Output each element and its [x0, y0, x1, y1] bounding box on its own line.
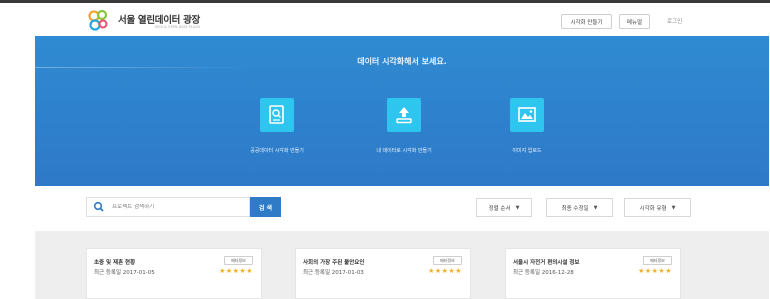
card-date: 최근 등록일 2017-01-03 [303, 270, 364, 276]
card-title[interactable]: 사회의 가장 주된 불안요인 [303, 258, 364, 266]
caret-down-icon: ▼ [593, 204, 598, 211]
action-my-data[interactable]: 내 데이터로 시각화 만들기 [344, 98, 464, 154]
action-tile[interactable] [387, 98, 421, 132]
hero-title: 데이터 시각화해서 보세요. [357, 57, 447, 66]
site-subtitle: SEOUL OPEN DATA PLAZA [155, 25, 201, 29]
dropdown-label: 최종 수정일 [561, 205, 589, 212]
sort-order-dropdown[interactable]: 정렬 순서 ▼ [476, 198, 532, 217]
document-search-icon [269, 105, 284, 124]
action-label[interactable]: 공공데이터 시각화 만들기 [250, 147, 304, 154]
hero-decoration-line [35, 67, 255, 68]
rating-stars: ★★★★★ [638, 267, 672, 275]
upload-icon [396, 107, 412, 124]
search-toolbar: 검 색 정렬 순서 ▼ 최종 수정일 ▼ 시각화 유형 ▼ [0, 186, 770, 231]
search-box [86, 197, 250, 217]
project-card[interactable]: 초중 및 재혼 현황 최근 등록일 2017-01-05 메타정보 ★★★★★ [86, 248, 262, 299]
dropdown-label: 정렬 순서 [488, 205, 511, 212]
header: 서울 열린데이터 광장 SEOUL OPEN DATA PLAZA 시각화 만들… [0, 3, 770, 36]
rating-stars: ★★★★★ [428, 267, 462, 275]
hero-banner: 데이터 시각화해서 보세요. 공공데이터 시각화 만들기 내 데이터로 시각화 … [35, 36, 769, 186]
action-public-data[interactable]: 공공데이터 시각화 만들기 [217, 98, 337, 154]
card-title[interactable]: 초중 및 재혼 현황 [94, 258, 135, 266]
metadata-button[interactable]: 메타정보 [433, 256, 462, 265]
rating-stars: ★★★★★ [219, 267, 253, 275]
caret-down-icon: ▼ [671, 204, 676, 211]
action-label[interactable]: 이미지 업로드 [512, 147, 541, 154]
search-icon [93, 201, 104, 212]
action-label[interactable]: 내 데이터로 시각화 만들기 [376, 147, 431, 154]
card-title[interactable]: 서울시 자전거 편의시설 정보 [513, 258, 579, 266]
last-modified-dropdown[interactable]: 최종 수정일 ▼ [546, 198, 613, 217]
visualization-type-dropdown[interactable]: 시각화 유형 ▼ [624, 198, 691, 217]
create-visualization-button[interactable]: 시각화 만들기 [561, 14, 612, 29]
manual-button[interactable]: 메뉴얼 [619, 14, 650, 29]
card-date: 최근 등록일 2016-12-28 [513, 270, 574, 276]
project-card[interactable]: 서울시 자전거 편의시설 정보 최근 등록일 2016-12-28 메타정보 ★… [505, 248, 681, 299]
search-button[interactable]: 검 색 [250, 197, 281, 217]
login-link[interactable]: 로그인 [667, 17, 682, 25]
project-card[interactable]: 사회의 가장 주된 불안요인 최근 등록일 2017-01-03 메타정보 ★★… [295, 248, 471, 299]
card-date: 최근 등록일 2017-01-05 [94, 270, 155, 276]
dropdown-label: 시각화 유형 [639, 205, 667, 212]
metadata-button[interactable]: 메타정보 [224, 256, 253, 265]
action-tile[interactable] [510, 98, 544, 132]
logo-icon[interactable] [86, 8, 110, 32]
action-image-upload[interactable]: 이미지 업로드 [467, 98, 587, 154]
search-input[interactable] [112, 204, 242, 210]
site-title[interactable]: 서울 열린데이터 광장 [118, 12, 200, 26]
image-icon [518, 107, 536, 122]
metadata-button[interactable]: 메타정보 [643, 256, 672, 265]
action-tile[interactable] [260, 98, 294, 132]
caret-down-icon: ▼ [515, 204, 520, 211]
